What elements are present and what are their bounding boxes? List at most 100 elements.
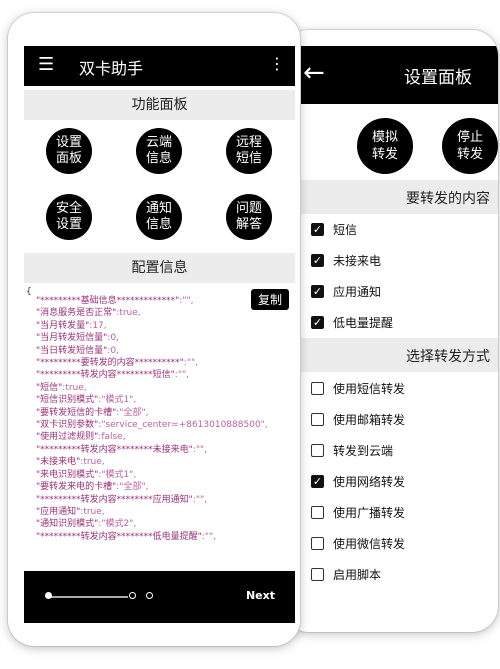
security-settings-button[interactable]: 安全 设置 — [46, 194, 92, 240]
method-option-cloud[interactable]: 转发到云端 — [311, 438, 393, 462]
config-info-header: 配置信息 — [24, 253, 295, 283]
config-value: :"", — [192, 444, 207, 455]
checkbox-unchecked-icon[interactable] — [311, 381, 324, 395]
page-dot-active — [45, 592, 52, 599]
config-line: "*********转发内容********低电量提醒":"", — [36, 531, 258, 543]
config-line: "*********要转发的内容**********":"", — [36, 357, 258, 369]
config-key: "使用过滤规则" — [36, 432, 99, 443]
method-option-sms[interactable]: 使用短信转发 — [311, 376, 405, 400]
config-json-text: "*********基础信息*************":"", "消息服务是否正… — [36, 295, 268, 543]
config-info-panel[interactable]: { "*********基础信息*************":"", "消息服务是… — [24, 285, 295, 571]
config-line: "未接来电":true, — [36, 456, 258, 468]
config-value: :0, — [107, 333, 119, 344]
config-key: "短信" — [36, 382, 63, 393]
main-app-bar: ☰ 双卡助手 ⋮ — [24, 46, 295, 86]
content-option-low-battery[interactable]: ✓ 低电量提醒 — [311, 310, 393, 334]
function-panel-header: 功能面板 — [24, 90, 295, 120]
method-option-network[interactable]: ✓ 使用网络转发 — [311, 469, 405, 493]
config-line: "当月转发量":17, — [36, 320, 258, 332]
cloud-info-button[interactable]: 云端 信息 — [136, 128, 182, 174]
simulate-forward-button[interactable]: 模拟 转发 — [357, 118, 413, 174]
config-value: :"模式1", — [98, 469, 137, 480]
more-vert-icon[interactable]: ⋮ — [269, 54, 285, 74]
config-value: :"", — [179, 296, 194, 306]
remote-sms-button[interactable]: 远程 短信 — [226, 128, 272, 174]
config-line: "应用通知":true, — [36, 506, 258, 518]
content-option-missed-call[interactable]: ✓ 未接来电 — [311, 248, 381, 272]
config-value: :true, — [62, 382, 87, 393]
config-line: "消息服务是否正常":true, — [36, 307, 258, 319]
method-option-email[interactable]: 使用邮箱转发 — [311, 407, 405, 431]
checkbox-checked-icon[interactable]: ✓ — [311, 315, 324, 329]
config-line: "当月转发短信量":0, — [36, 332, 258, 344]
content-option-sms[interactable]: ✓ 短信 — [311, 217, 357, 241]
config-line: "要转发来电的卡槽":"全部", — [36, 481, 258, 493]
config-value: :"", — [192, 494, 207, 505]
config-value: :"全部", — [116, 482, 149, 493]
settings-panel-button[interactable]: 设置 面板 — [46, 128, 92, 174]
config-key: "消息服务是否正常" — [36, 308, 117, 319]
config-line: "双卡识别参数":"service_center=+8613010888500"… — [36, 419, 268, 431]
copy-button[interactable]: 复制 — [250, 289, 289, 310]
config-key: "双卡识别参数" — [36, 420, 99, 431]
app-title: 双卡助手 — [79, 59, 144, 78]
config-open-brace: { — [26, 287, 32, 297]
method-option-broadcast[interactable]: 使用广播转发 — [311, 500, 405, 524]
config-line: "*********转发内容********短信":"", — [36, 369, 258, 381]
config-key: "*********基础信息*************" — [36, 296, 180, 306]
checkbox-checked-icon[interactable]: ✓ — [311, 474, 324, 488]
config-value: :"service_center=+8613010888500", — [98, 420, 268, 431]
config-key: "来电识别模式" — [36, 469, 99, 480]
config-value: :"模式2", — [98, 519, 137, 530]
config-value: :0, — [107, 345, 119, 356]
forward-content-section-header: 要转发的内容 — [300, 180, 498, 214]
config-line: "短信":true, — [36, 382, 258, 394]
notification-info-button[interactable]: 通知 信息 — [136, 194, 182, 240]
checkbox-unchecked-icon[interactable] — [311, 536, 324, 550]
config-value: :"全部", — [116, 407, 149, 418]
config-line: "当日转发短信量":0, — [36, 345, 258, 357]
config-value: :true, — [116, 308, 141, 319]
config-line: "*********转发内容********未接来电":"", — [36, 444, 258, 456]
config-value: :false, — [98, 432, 126, 443]
config-key: "应用通知" — [36, 506, 81, 517]
checkbox-checked-icon[interactable]: ✓ — [311, 284, 324, 298]
next-button[interactable]: Next — [246, 589, 275, 602]
onboarding-nav-bar: Next — [24, 571, 295, 623]
settings-screen: ← 设置面板 模拟 转发 停止 转发 要转发的内容 ✓ 短信 ✓ 未接来电 ✓ 应用… — [283, 30, 498, 632]
config-value: :"模式1", — [98, 395, 137, 406]
checkbox-checked-icon[interactable]: ✓ — [311, 222, 324, 236]
config-key: "要转发短信的卡槽" — [36, 407, 117, 418]
config-value: :"", — [183, 358, 198, 369]
config-key: "当月转发量" — [36, 320, 90, 331]
checkbox-unchecked-icon[interactable] — [311, 412, 324, 426]
config-key: "要转发来电的卡槽" — [36, 482, 117, 493]
method-option-script[interactable]: 启用脚本 — [311, 562, 381, 586]
method-option-wechat[interactable]: 使用微信转发 — [311, 531, 405, 555]
checkbox-unchecked-icon[interactable] — [311, 567, 324, 581]
stop-forward-button[interactable]: 停止 转发 — [442, 118, 498, 174]
progress-track — [46, 596, 128, 598]
config-value: :"", — [174, 370, 189, 381]
settings-app-bar: ← 设置面板 — [283, 46, 498, 104]
config-key: "通知识别模式" — [36, 519, 99, 530]
config-line: "*********转发内容********应用通知":"", — [36, 494, 258, 506]
back-arrow-icon[interactable]: ← — [303, 58, 325, 88]
forward-method-section-header: 选择转发方式 — [300, 338, 498, 372]
page-dot — [146, 592, 153, 599]
config-key: "*********要转发的内容**********" — [36, 358, 184, 369]
config-line: "短信识别模式":"模式1", — [36, 394, 258, 406]
content-option-app-notification[interactable]: ✓ 应用通知 — [311, 279, 381, 303]
checkbox-checked-icon[interactable]: ✓ — [311, 253, 324, 267]
config-key: "*********转发内容********未接来电" — [36, 444, 193, 455]
main-screen: ☰ 双卡助手 ⋮ 功能面板 设置 面板 云端 信息 远程 短信 安全 设置 通知 信息 问… — [8, 13, 300, 646]
config-key: "未接来电" — [36, 457, 81, 468]
checkbox-unchecked-icon[interactable] — [311, 443, 324, 457]
checkbox-unchecked-icon[interactable] — [311, 505, 324, 519]
config-key: "当日转发短信量" — [36, 345, 108, 356]
menu-icon[interactable]: ☰ — [38, 55, 54, 75]
config-key: "短信识别模式" — [36, 395, 99, 406]
page-dot — [129, 592, 136, 599]
faq-button[interactable]: 问题 解答 — [226, 194, 272, 240]
config-line: "要转发短信的卡槽":"全部", — [36, 407, 258, 419]
